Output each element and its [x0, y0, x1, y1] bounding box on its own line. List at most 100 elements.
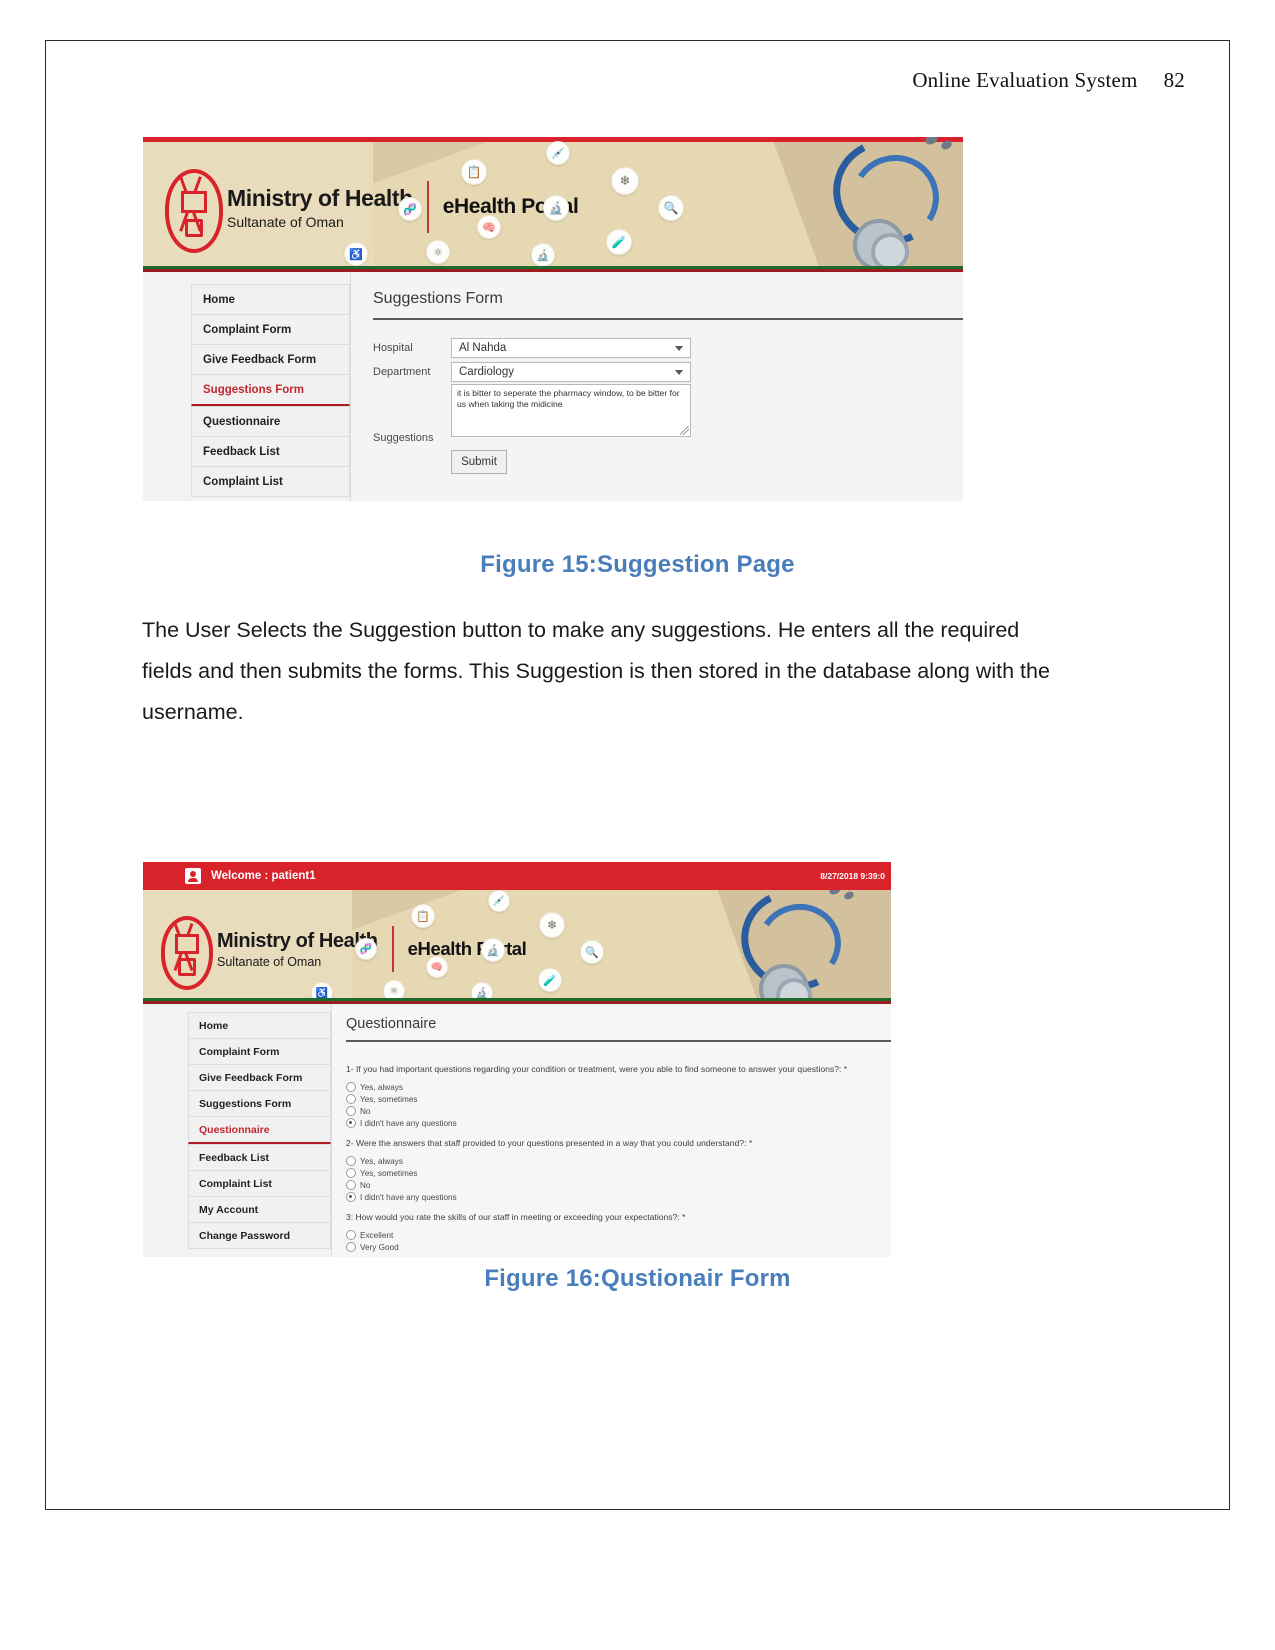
figure15-logo-block: Ministry of Health Sultanate of Oman eHe… — [165, 165, 579, 253]
option-label: Yes, always — [360, 1156, 403, 1166]
oman-khanjar-emblem-icon — [165, 165, 223, 253]
radio-icon[interactable] — [346, 1118, 356, 1128]
sidebar-item-complaint-form[interactable]: Complaint Form — [188, 1038, 331, 1064]
option-label: No — [360, 1106, 371, 1116]
radio-option[interactable]: Excellent — [346, 1230, 891, 1240]
form-title: Suggestions Form — [373, 290, 503, 307]
clipboard-icon: 📋 — [411, 904, 435, 928]
dna-icon: 🧬 — [398, 197, 422, 221]
radio-option[interactable]: I didn't have any questions — [346, 1118, 891, 1128]
radio-icon[interactable] — [346, 1106, 356, 1116]
department-label: Department — [373, 366, 431, 378]
question-text: 1- If you had important questions regard… — [346, 1064, 848, 1074]
figure15-caption: Figure 15:Suggestion Page — [480, 551, 795, 578]
sidebar-item-questionnaire[interactable]: Questionnaire — [191, 406, 350, 436]
hospital-value: Al Nahda — [459, 342, 507, 354]
sidebar-item-complaint-list[interactable]: Complaint List — [191, 466, 350, 497]
radio-icon[interactable] — [346, 1192, 356, 1202]
radio-icon[interactable] — [346, 1168, 356, 1178]
figure16-content-panel: Questionnaire 1- If you had important qu… — [332, 1004, 891, 1257]
sidebar-item-label: Complaint List — [199, 1177, 272, 1190]
ministry-subtitle: Sultanate of Oman — [217, 954, 322, 969]
question-block: 1- If you had important questions regard… — [346, 1064, 891, 1128]
question-block: 3: How would you rate the skills of our … — [346, 1212, 891, 1252]
sidebar-item-give-feedback-form[interactable]: Give Feedback Form — [191, 344, 350, 374]
sidebar-item-suggestions-form[interactable]: Suggestions Form — [188, 1090, 331, 1116]
figure16-sidebar: Home Complaint Form Give Feedback Form S… — [143, 1004, 332, 1257]
title-underline — [373, 318, 963, 320]
welcome-text: Welcome : patient1 — [211, 870, 316, 882]
document-page: Online Evaluation System 82 Ministry of H… — [0, 0, 1275, 1650]
dna-icon: 🧬 — [355, 938, 377, 960]
sidebar-item-give-feedback-form[interactable]: Give Feedback Form — [188, 1064, 331, 1090]
magnifier-icon: 🔍 — [580, 940, 604, 964]
question-text: 3: How would you rate the skills of our … — [346, 1212, 686, 1222]
sidebar-item-label: Complaint Form — [199, 1045, 280, 1058]
flask-icon: 🔬 — [481, 938, 505, 962]
radio-option[interactable]: No — [346, 1180, 891, 1190]
radio-icon[interactable] — [346, 1242, 356, 1252]
figure16-app-body: Home Complaint Form Give Feedback Form S… — [143, 1004, 891, 1257]
ministry-brand: Ministry of Health Sultanate of Oman — [227, 185, 413, 230]
stethoscope-graphic-icon — [721, 890, 871, 1004]
sidebar-item-my-account[interactable]: My Account — [188, 1196, 331, 1222]
radio-icon[interactable] — [346, 1230, 356, 1240]
radio-option[interactable]: No — [346, 1106, 891, 1116]
sidebar-item-questionnaire[interactable]: Questionnaire — [188, 1116, 331, 1144]
test-tubes-icon: 🧪 — [538, 968, 562, 992]
snowflake-icon: ❄ — [611, 167, 639, 195]
sidebar-item-suggestions-form[interactable]: Suggestions Form — [191, 374, 350, 406]
resize-grip-icon[interactable] — [680, 426, 689, 435]
chevron-down-icon — [675, 369, 683, 375]
magnifier-icon: 🔍 — [658, 195, 684, 221]
figure16-top-bar: Welcome : patient1 8/27/2018 9:39:0 — [143, 862, 891, 890]
brand-divider — [426, 181, 429, 233]
radio-icon[interactable] — [346, 1180, 356, 1190]
ministry-name: Ministry of Health — [227, 184, 413, 211]
radio-option[interactable]: I didn't have any questions — [346, 1192, 891, 1202]
wheelchair-icon: ♿ — [344, 242, 368, 266]
sidebar-item-label: Questionnaire — [203, 415, 281, 428]
sidebar-item-label: Suggestions Form — [203, 383, 304, 396]
radio-option[interactable]: Yes, always — [346, 1082, 891, 1092]
sidebar-item-label: Home — [203, 293, 235, 306]
body-paragraph: The User Selects the Suggestion button t… — [142, 618, 1050, 724]
question-text: 2- Were the answers that staff provided … — [346, 1138, 753, 1148]
hospital-label: Hospital — [373, 342, 413, 354]
sidebar-item-complaint-list[interactable]: Complaint List — [188, 1170, 331, 1196]
suggestions-textarea[interactable]: it is bitter to seperate the pharmacy wi… — [451, 384, 691, 437]
figure16-caption: Figure 16:Qustionair Form — [484, 1265, 791, 1292]
brand-divider — [391, 926, 394, 972]
radio-option[interactable]: Very Good — [346, 1242, 891, 1252]
sidebar-item-home[interactable]: Home — [188, 1012, 331, 1038]
chevron-down-icon — [675, 345, 683, 351]
sidebar-item-change-password[interactable]: Change Password — [188, 1222, 331, 1249]
department-select[interactable]: Cardiology — [451, 362, 691, 382]
sidebar-item-complaint-form[interactable]: Complaint Form — [191, 314, 350, 344]
radio-icon[interactable] — [346, 1156, 356, 1166]
submit-button[interactable]: Submit — [451, 450, 507, 474]
department-value: Cardiology — [459, 366, 514, 378]
radio-option[interactable]: Yes, always — [346, 1156, 891, 1166]
ministry-subtitle: Sultanate of Oman — [227, 213, 344, 230]
brain-icon: 🧠 — [426, 956, 448, 978]
sidebar-item-label: Complaint List — [203, 475, 283, 488]
radio-option[interactable]: Yes, sometimes — [346, 1168, 891, 1178]
sidebar-item-feedback-list[interactable]: Feedback List — [191, 436, 350, 466]
figure15-screenshot: Ministry of Health Sultanate of Oman eHe… — [143, 137, 963, 501]
radio-icon[interactable] — [346, 1082, 356, 1092]
sidebar-item-feedback-list[interactable]: Feedback List — [188, 1144, 331, 1170]
sidebar-item-label: Give Feedback Form — [203, 353, 317, 366]
sidebar-item-home[interactable]: Home — [191, 284, 350, 314]
brain-icon: 🧠 — [477, 215, 501, 239]
title-underline — [346, 1040, 891, 1042]
hospital-select[interactable]: Al Nahda — [451, 338, 691, 358]
test-tubes-icon: 🧪 — [606, 229, 632, 255]
option-label: Very Good — [360, 1242, 399, 1252]
figure16-banner: Ministry of Health Sultanate of Oman eHe… — [143, 890, 891, 1004]
figure15-app-body: Home Complaint Form Give Feedback Form S… — [143, 272, 963, 501]
radio-icon[interactable] — [346, 1094, 356, 1104]
radio-option[interactable]: Yes, sometimes — [346, 1094, 891, 1104]
sidebar-item-label: Change Password — [199, 1229, 291, 1242]
ministry-brand: Ministry of Health Sultanate of Oman — [217, 930, 378, 969]
